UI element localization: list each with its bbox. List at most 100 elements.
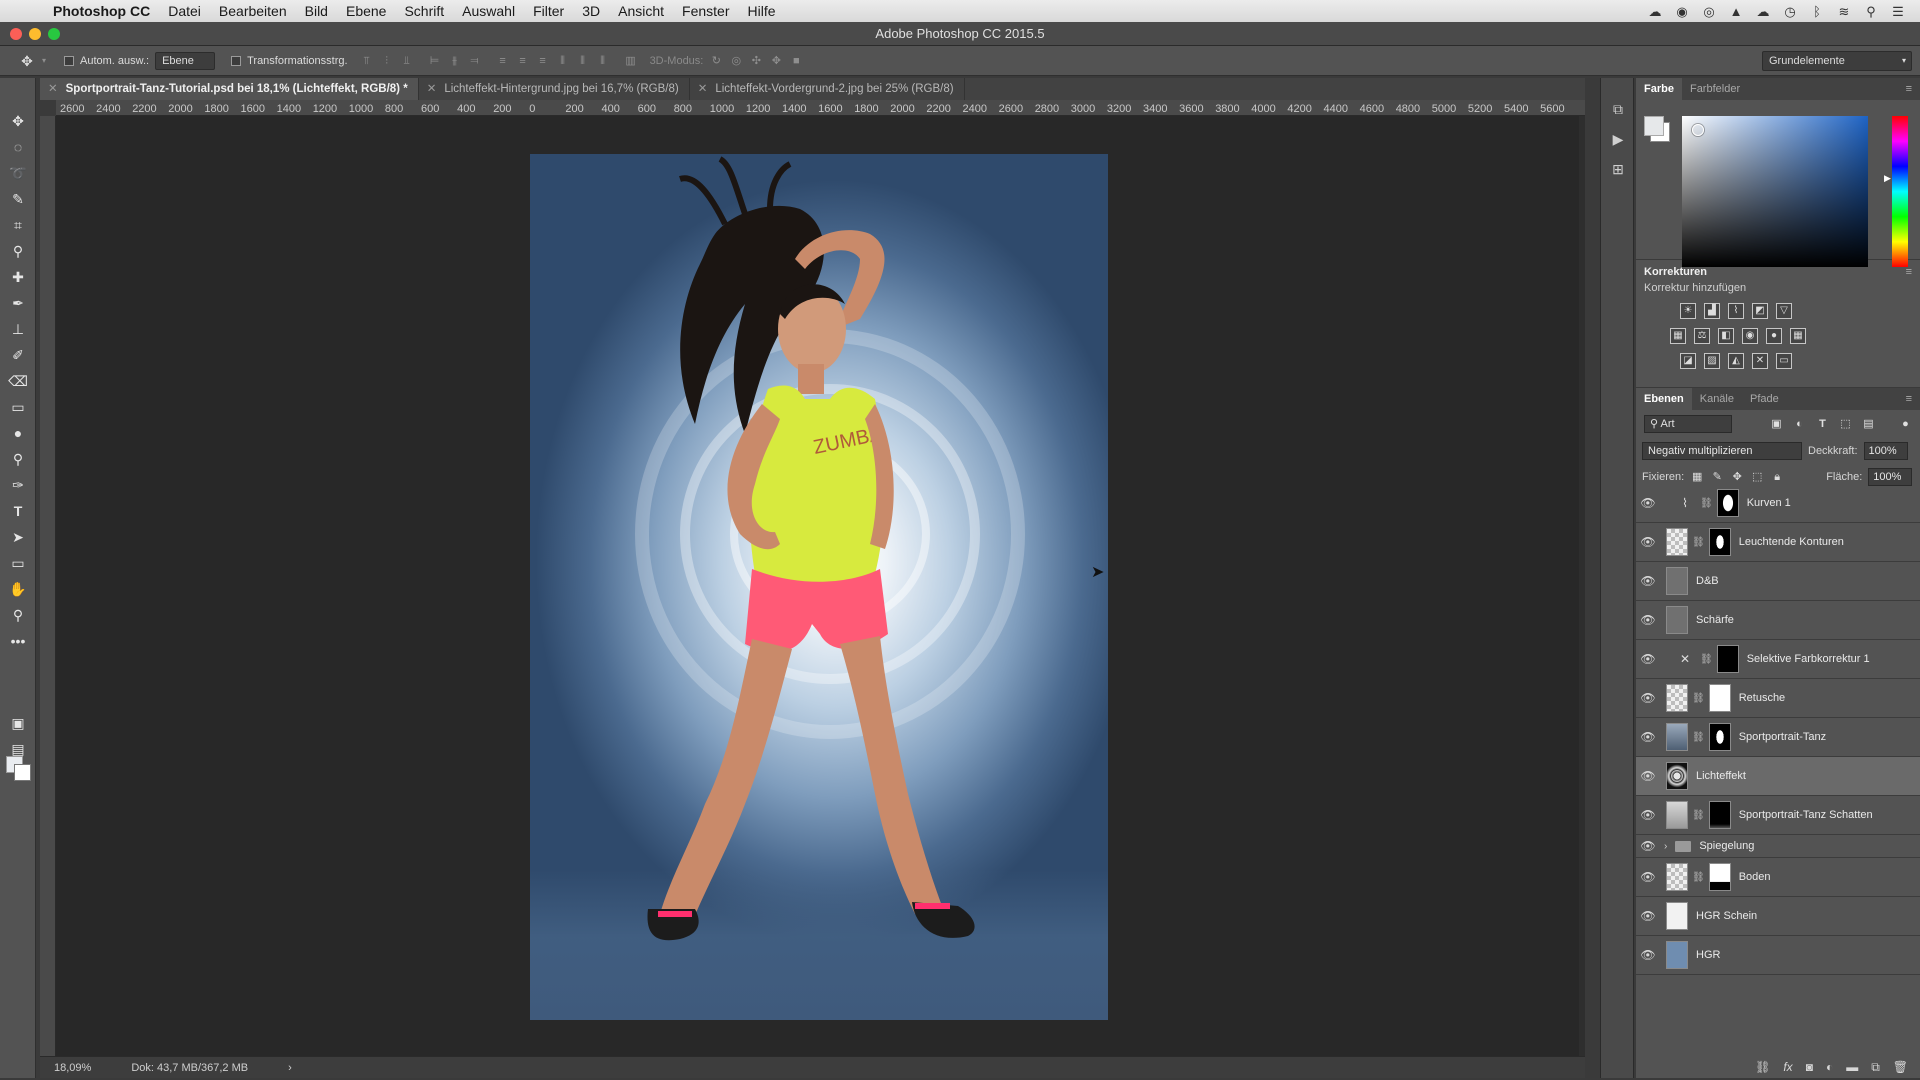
menu-hilfe[interactable]: Hilfe — [739, 3, 785, 19]
move-tool-preset-icon[interactable]: ✥ — [20, 54, 34, 68]
visibility-eye-icon[interactable]: 👁︎ — [1636, 574, 1660, 588]
lock-pixels-icon[interactable]: ✎ — [1710, 470, 1724, 484]
close-tab-icon[interactable]: ✕ — [427, 83, 437, 95]
3d-pan-icon[interactable]: ✣ — [749, 54, 763, 68]
menu-schrift[interactable]: Schrift — [395, 3, 453, 19]
lock-all-icon[interactable]: 🔒︎ — [1770, 470, 1784, 484]
eraser-tool-icon[interactable]: ⌫ — [0, 368, 36, 394]
vertical-ruler[interactable] — [40, 116, 56, 1056]
lock-artboard-icon[interactable]: ⬚ — [1750, 470, 1764, 484]
menu-auswahl[interactable]: Auswahl — [453, 3, 524, 19]
hue-saturation-icon[interactable]: ▦ — [1670, 328, 1686, 344]
new-group-icon[interactable]: ▬ — [1846, 1060, 1858, 1074]
layer-mask-thumbnail[interactable] — [1716, 489, 1739, 517]
distribute-vcenter-icon[interactable]: ≡ — [516, 54, 530, 68]
move-tool-icon[interactable]: ✥ — [0, 108, 36, 134]
3d-roll-icon[interactable]: ◎ — [729, 54, 743, 68]
layer-mask-thumbnail[interactable] — [1708, 863, 1731, 891]
visibility-eye-icon[interactable]: 👁︎ — [1636, 613, 1660, 627]
blend-mode-dropdown[interactable]: Negativ multiplizieren — [1642, 442, 1802, 460]
rectangle-tool-icon[interactable]: ▭ — [0, 550, 36, 576]
layer-row[interactable]: 👁︎ ⛓︎ Retusche — [1636, 679, 1920, 718]
eye-status-icon[interactable]: ◉ — [1674, 4, 1690, 19]
distribute-right-icon[interactable]: ⦀ — [596, 54, 610, 68]
opacity-field[interactable]: 100% — [1863, 442, 1908, 460]
align-vcenter-icon[interactable]: ⫶ — [380, 54, 394, 68]
tab-ebenen[interactable]: Ebenen — [1636, 388, 1692, 410]
crop-tool-icon[interactable]: ⌗ — [0, 212, 36, 238]
record-icon[interactable]: ◎ — [1701, 4, 1717, 19]
tab-farbfelder[interactable]: Farbfelder — [1682, 78, 1748, 100]
align-right-icon[interactable]: ⫤ — [468, 54, 482, 68]
link-icon[interactable]: ⛓︎ — [1692, 537, 1705, 548]
auto-align-icon[interactable]: ▥ — [624, 54, 638, 68]
filter-shape-icon[interactable]: ⬚ — [1839, 417, 1852, 431]
layer-thumbnail[interactable] — [1666, 863, 1688, 891]
layer-row[interactable]: 👁︎ ⛓︎ Sportportrait-Tanz — [1636, 718, 1920, 757]
layer-thumbnail[interactable] — [1666, 567, 1688, 595]
quick-select-tool-icon[interactable]: ✎ — [0, 186, 36, 212]
transform-controls-checkbox[interactable] — [231, 55, 242, 66]
tab-pfade[interactable]: Pfade — [1742, 388, 1787, 410]
auto-select-dropdown[interactable]: Ebene — [155, 51, 216, 70]
tab-kanaele[interactable]: Kanäle — [1692, 388, 1742, 410]
hue-slider-marker[interactable]: ▶ — [1884, 173, 1891, 184]
clone-stamp-tool-icon[interactable]: ⊥ — [0, 316, 36, 342]
layer-mask-thumbnail[interactable] — [1708, 723, 1731, 751]
filter-smartobject-icon[interactable]: ▤ — [1862, 417, 1875, 431]
gradient-map-icon[interactable]: ▭ — [1776, 353, 1792, 369]
posterize-icon[interactable]: ▨ — [1704, 353, 1720, 369]
chevron-down-icon[interactable]: ▾ — [40, 54, 48, 68]
link-icon[interactable]: ⛓︎ — [1692, 810, 1705, 821]
layer-row[interactable]: 👁︎ HGR Schein — [1636, 897, 1920, 936]
link-icon[interactable]: ⛓︎ — [1700, 654, 1713, 665]
menu-bild[interactable]: Bild — [296, 3, 337, 19]
notification-center-icon[interactable]: ☰ — [1890, 4, 1906, 19]
menu-datei[interactable]: Datei — [159, 3, 210, 19]
properties-panel-icon[interactable]: ⊞ — [1601, 154, 1635, 184]
more-tools-icon[interactable]: ••• — [0, 628, 36, 654]
auto-select-checkbox[interactable] — [64, 55, 74, 66]
layer-thumbnail[interactable] — [1666, 528, 1688, 556]
filter-toggle-icon[interactable]: ● — [1899, 417, 1912, 431]
menu-3d[interactable]: 3D — [573, 3, 609, 19]
gradient-tool-icon[interactable]: ▭ — [0, 394, 36, 420]
channel-mixer-icon[interactable]: ● — [1766, 328, 1782, 344]
layer-row[interactable]: 👁︎ D&B — [1636, 562, 1920, 601]
align-hcenter-icon[interactable]: ⫵ — [448, 54, 462, 68]
link-icon[interactable]: ⛓︎ — [1692, 732, 1705, 743]
hue-slider[interactable] — [1892, 116, 1908, 267]
trash-icon[interactable]: 🗑︎ — [1893, 1060, 1908, 1074]
brightness-contrast-icon[interactable]: ☀ — [1680, 303, 1696, 319]
menu-app-name[interactable]: Photoshop CC — [44, 3, 159, 19]
selective-color-icon[interactable]: ✕ — [1752, 353, 1768, 369]
visibility-eye-icon[interactable]: 👁︎ — [1636, 948, 1660, 962]
3d-rotate-icon[interactable]: ↻ — [709, 54, 723, 68]
color-picker-field[interactable] — [1682, 116, 1868, 267]
panel-menu-icon[interactable]: ≡ — [1906, 393, 1912, 405]
canvas-vertical-scrollbar[interactable] — [1579, 116, 1585, 1056]
artwork-dancer-photo[interactable]: ZUMBA — [530, 154, 1108, 1020]
vibrance-icon[interactable]: ▽ — [1776, 303, 1792, 319]
panel-menu-icon[interactable]: ≡ — [1906, 266, 1912, 278]
menu-ebene[interactable]: Ebene — [337, 3, 395, 19]
time-machine-icon[interactable]: ◷ — [1782, 4, 1798, 19]
window-close-button[interactable] — [10, 28, 22, 40]
align-left-icon[interactable]: ⊨ — [428, 54, 442, 68]
tools-collapse-handle[interactable] — [0, 78, 35, 108]
color-picker-cursor[interactable] — [1692, 124, 1704, 136]
layer-thumbnail[interactable] — [1666, 684, 1688, 712]
distribute-bottom-icon[interactable]: ≡ — [536, 54, 550, 68]
background-color-swatch[interactable] — [14, 764, 31, 781]
new-adjustment-icon[interactable]: ◐ — [1826, 1060, 1833, 1074]
dodge-tool-icon[interactable]: ⚲ — [0, 446, 36, 472]
dock-collapse-handle[interactable] — [1601, 78, 1633, 94]
filter-type-icon[interactable]: T — [1816, 417, 1829, 431]
photo-filter-icon[interactable]: ◉ — [1742, 328, 1758, 344]
layer-row[interactable]: 👁︎ ⛓︎ Boden — [1636, 858, 1920, 897]
layer-filter-dropdown[interactable]: ⚲ Art — [1644, 415, 1732, 433]
drive-icon[interactable]: ▲ — [1728, 4, 1744, 19]
distribute-hcenter-icon[interactable]: ⦀ — [576, 54, 590, 68]
close-tab-icon[interactable]: ✕ — [48, 83, 58, 95]
visibility-eye-icon[interactable]: 👁︎ — [1636, 769, 1660, 783]
